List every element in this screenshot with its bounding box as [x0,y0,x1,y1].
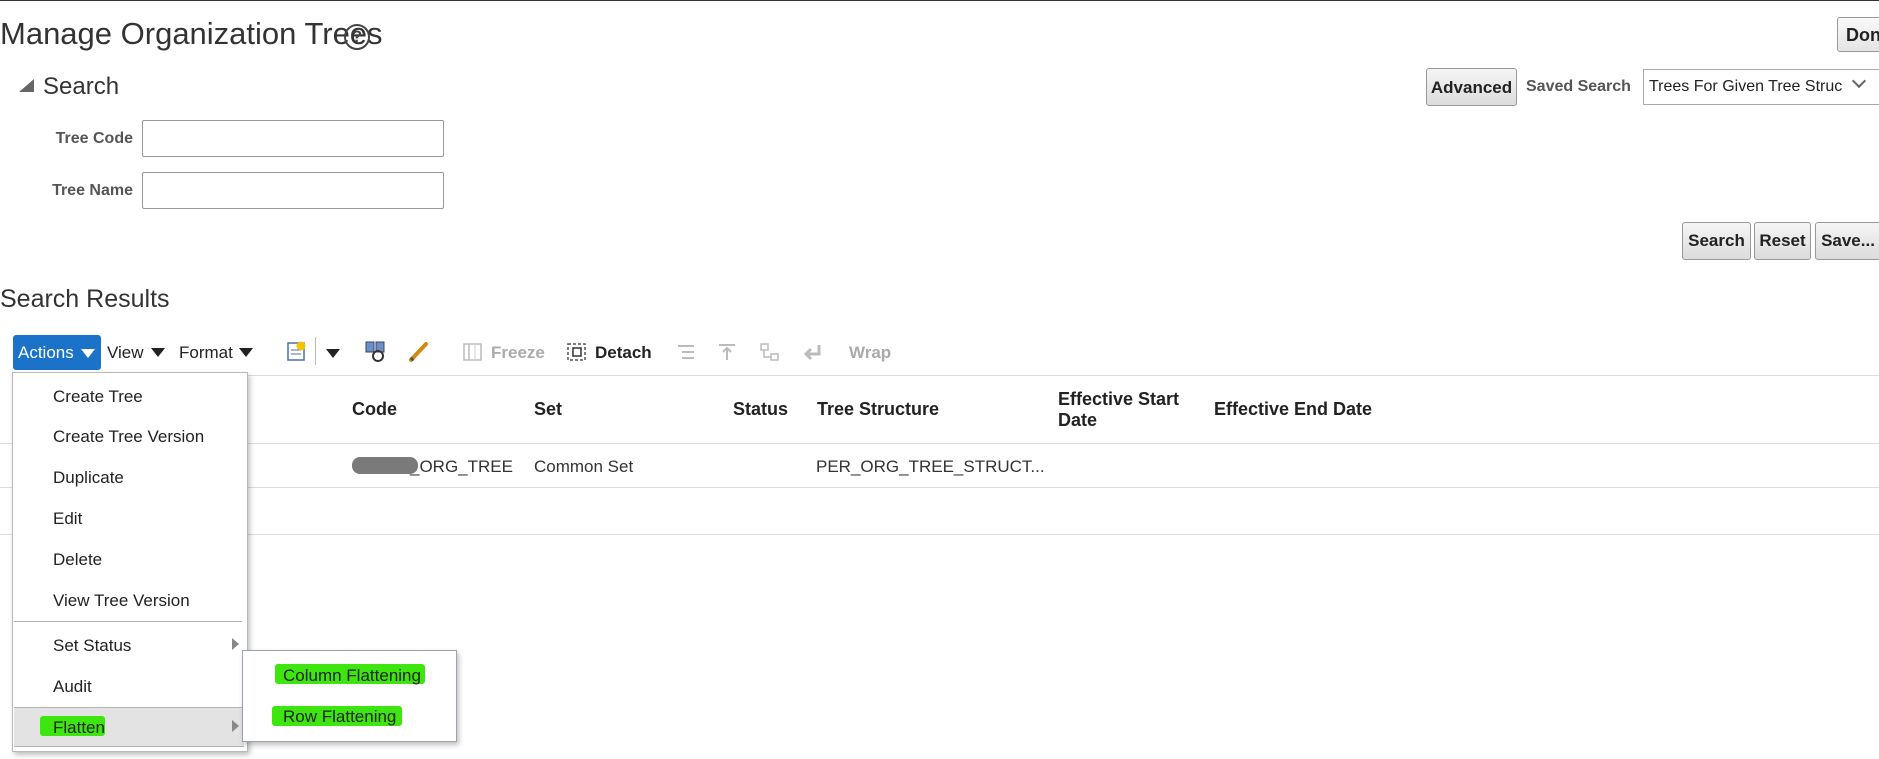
column-header-code[interactable]: Code [352,399,397,420]
menu-item-view-tree-version[interactable]: View Tree Version [53,591,190,611]
format-label: Format [179,343,233,362]
column-header-effective-start-date[interactable]: Effective Start Date [1058,389,1198,431]
collapse-all-icon [719,344,735,360]
table-cell-code[interactable]: _ORG_TREE [410,457,513,477]
collapse-triangle-icon[interactable] [19,79,34,92]
tree-name-label: Tree Name [52,182,133,199]
reset-button[interactable]: Reset [1754,222,1811,260]
menu-item-audit[interactable]: Audit [53,677,92,697]
view-caret-icon[interactable] [151,348,165,357]
new-row-icon[interactable] [286,340,308,362]
page-title: Manage Organization Trees [0,16,383,51]
top-border [0,0,1879,1]
view-menu-button[interactable]: View [107,343,144,363]
freeze-icon [463,343,482,361]
results-title: Search Results [0,285,170,313]
submenu-arrow-icon [232,720,239,732]
view-label: View [107,343,144,362]
new-caret-icon[interactable] [326,349,340,358]
help-icon[interactable]: ? [344,24,370,50]
column-header-set[interactable]: Set [534,399,562,420]
edit-pencil-icon[interactable] [407,340,431,364]
caret-down-icon [81,349,95,358]
format-caret-icon[interactable] [239,348,253,357]
menu-item-set-status[interactable]: Set Status [53,636,131,656]
menu-separator [14,621,242,622]
column-header-tree-structure[interactable]: Tree Structure [817,399,939,420]
toolbar-divider [315,337,316,365]
save-button[interactable]: Save... [1815,222,1879,260]
query-by-example-icon[interactable] [364,340,388,364]
actions-menu-button[interactable]: Actions [13,335,101,370]
menu-item-flatten[interactable]: Flatten [53,718,105,738]
menu-item-create-tree[interactable]: Create Tree [53,387,143,407]
row-divider [0,443,1879,444]
hierarchy-icon [760,343,779,361]
submenu-item-column-flattening[interactable]: Column Flattening [283,666,421,686]
menu-item-delete[interactable]: Delete [53,550,102,570]
table-top-border [12,375,1879,376]
wrap-button: Wrap [849,343,892,362]
advanced-button[interactable]: Advanced [1426,68,1517,106]
wrap-icon [803,345,821,361]
search-button[interactable]: Search [1682,222,1751,260]
freeze-button: Freeze [491,343,545,362]
menu-item-duplicate[interactable]: Duplicate [53,468,124,488]
tree-code-input[interactable] [142,120,444,157]
saved-search-label: Saved Search [1526,78,1631,95]
table-cell-set[interactable]: Common Set [534,457,633,477]
column-header-effective-end-date[interactable]: Effective End Date [1214,399,1372,420]
row-divider [0,534,1879,535]
row-divider [0,487,1879,488]
column-header-status[interactable]: Status [733,399,788,420]
table-cell-tree-structure[interactable]: PER_ORG_TREE_STRUCT... [816,457,1045,477]
tree-name-input[interactable] [142,172,444,209]
submenu-item-row-flattening[interactable]: Row Flattening [283,707,396,727]
expand-all-icon [678,345,694,359]
format-menu-button[interactable]: Format [179,343,233,363]
search-heading: Search [43,73,120,100]
tree-code-label: Tree Code [55,130,133,147]
menu-item-create-tree-version[interactable]: Create Tree Version [53,427,204,447]
saved-search-select[interactable]: Trees For Given Tree Struc [1643,69,1879,105]
menu-item-edit[interactable]: Edit [53,509,82,529]
redacted-text [352,457,418,474]
actions-label: Actions [18,343,74,362]
detach-icon[interactable] [566,340,588,362]
detach-button[interactable]: Detach [595,343,652,363]
done-button[interactable]: Done [1837,17,1879,52]
submenu-arrow-icon [232,638,239,650]
